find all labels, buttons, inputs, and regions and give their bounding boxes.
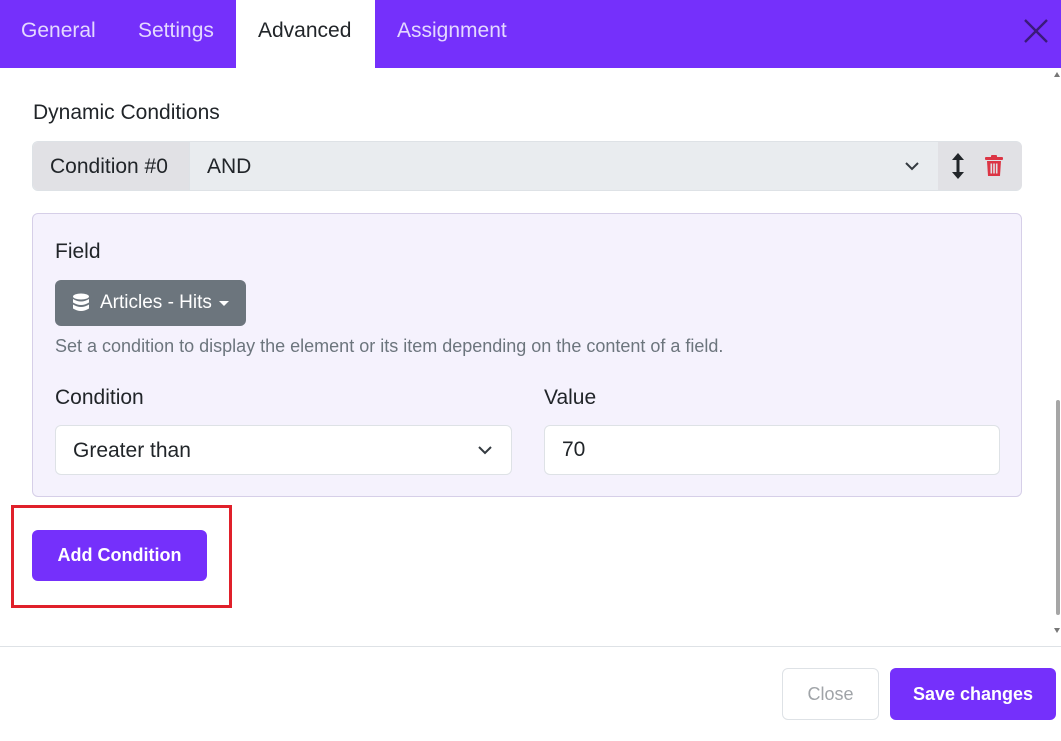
database-icon (73, 293, 89, 311)
field-dropdown-button[interactable]: Articles - Hits (55, 280, 246, 326)
save-changes-button[interactable]: Save changes (890, 668, 1056, 720)
field-help-text: Set a condition to display the element o… (55, 336, 724, 356)
close-icon[interactable] (1019, 14, 1053, 48)
condition-actions (938, 142, 1022, 190)
tab-assignment[interactable]: Assignment (375, 0, 535, 68)
caret-down-icon (219, 301, 229, 306)
field-button-label: Articles - Hits (100, 292, 212, 313)
scrollbar[interactable] (1054, 68, 1061, 646)
value-input[interactable] (544, 425, 1000, 475)
condition-type-value: Greater than (73, 439, 191, 462)
scroll-thumb[interactable] (1056, 400, 1060, 615)
condition-header: Condition #0 AND (32, 141, 1022, 191)
footer-divider (0, 646, 1061, 647)
tab-settings[interactable]: Settings (116, 0, 236, 68)
condition-type-select[interactable]: Greater than (55, 425, 512, 475)
tab-general[interactable]: General (0, 0, 116, 68)
chevron-down-icon (905, 162, 919, 171)
section-title: Dynamic Conditions (33, 101, 220, 124)
condition-type-label: Condition (55, 386, 144, 409)
field-label: Field (55, 240, 101, 263)
close-button[interactable]: Close (782, 668, 879, 720)
add-condition-button[interactable]: Add Condition (32, 530, 207, 581)
modal-tab-bar: General Settings Advanced Assignment (0, 0, 1061, 68)
trash-icon[interactable] (984, 155, 1004, 177)
operator-value: AND (207, 155, 252, 178)
condition-operator-select[interactable]: AND (190, 142, 938, 190)
tab-advanced[interactable]: Advanced (236, 0, 375, 68)
condition-number-label: Condition #0 (33, 142, 190, 190)
value-label: Value (544, 386, 597, 409)
condition-body: Field Articles - Hits Set a condition to… (32, 213, 1022, 497)
scroll-up-arrow[interactable] (1054, 72, 1060, 77)
chevron-down-icon (478, 446, 492, 455)
move-vertical-icon[interactable] (950, 153, 966, 179)
scroll-down-arrow[interactable] (1054, 628, 1060, 633)
